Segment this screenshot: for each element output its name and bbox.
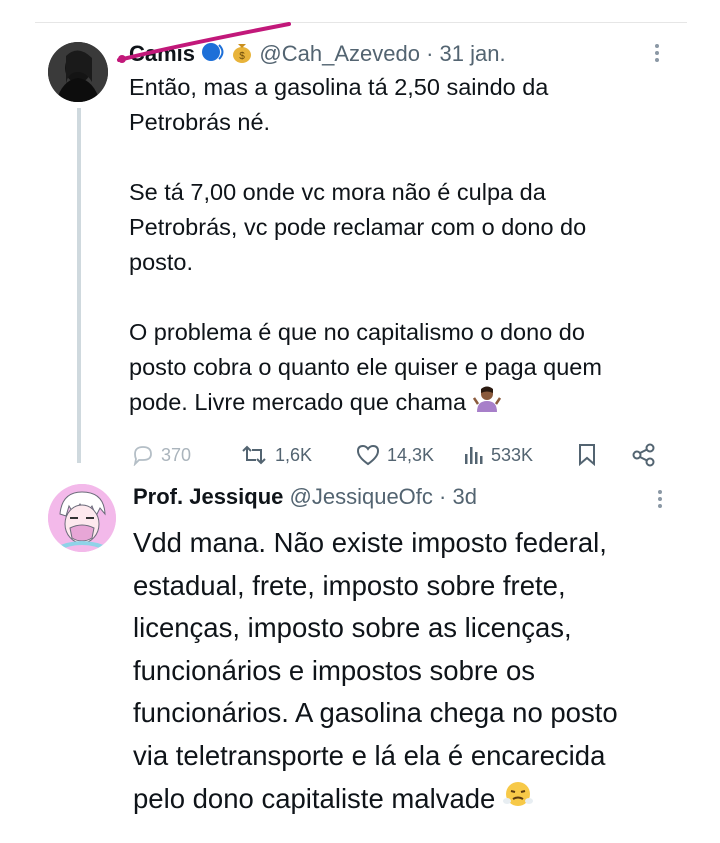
avatar-photo <box>48 42 108 102</box>
handle[interactable]: @JessiqueOfc <box>290 484 433 509</box>
more-options-icon[interactable] <box>657 490 663 511</box>
views-button[interactable]: 533K <box>463 438 533 472</box>
retweet-button[interactable]: 1,6K <box>239 438 312 472</box>
annotation-strike <box>117 22 291 63</box>
bookmark-icon <box>579 444 595 467</box>
tweet-header: Prof. Jessique @JessiqueOfc · 3d <box>133 484 477 510</box>
timestamp[interactable]: 31 jan. <box>440 41 506 66</box>
more-options-icon[interactable] <box>654 44 660 65</box>
separator: · <box>426 40 434 66</box>
reply-count: 370 <box>161 444 192 465</box>
tweet-text: Vdd mana. Não existe imposto federal, es… <box>133 527 618 814</box>
heart-icon <box>356 444 380 466</box>
reply-icon <box>133 446 152 466</box>
display-name[interactable]: Prof. Jessique <box>133 484 283 509</box>
avatar-illustration <box>48 484 116 552</box>
avatar[interactable] <box>48 484 116 552</box>
retweet-icon <box>242 445 266 465</box>
share-button[interactable] <box>631 438 657 472</box>
separator: · <box>439 484 447 509</box>
timestamp[interactable]: 3d <box>452 484 476 509</box>
retweet-count: 1,6K <box>275 444 313 465</box>
person-shrugging-emoji <box>472 386 501 422</box>
like-button[interactable]: 14,3K <box>355 438 434 472</box>
avatar[interactable] <box>48 42 108 102</box>
view-count: 533K <box>491 444 534 465</box>
views-icon <box>465 447 483 464</box>
tweet-actions: 370 1,6K 14,3K 533K <box>129 438 669 472</box>
tweet-text: Então, mas a gasolina tá 2,50 saindo da … <box>129 74 602 415</box>
reply-button[interactable]: 370 <box>131 438 191 472</box>
like-count: 14,3K <box>387 444 435 465</box>
face-with-steam-emoji <box>502 779 533 822</box>
thread-line <box>77 108 81 463</box>
bookmark-button[interactable] <box>577 438 597 472</box>
share-icon <box>632 443 655 467</box>
